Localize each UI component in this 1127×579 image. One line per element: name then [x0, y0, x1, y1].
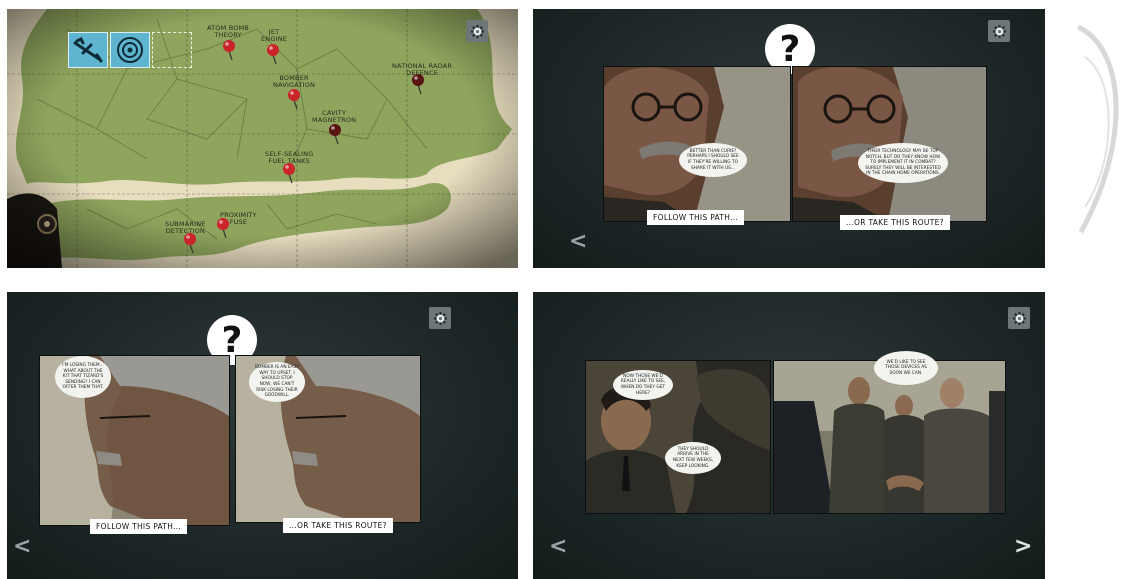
map-pin-icon[interactable] [265, 43, 281, 65]
map-screen: ATOM BOMB THEORY JET ENGINE BOMBER NAVIGAT… [7, 9, 518, 268]
thought-bubble-left: I'M LOSING THEM... WHAT ABOUT THE KIT TH… [55, 356, 111, 398]
handshake-scene [774, 361, 1005, 513]
prev-arrow-button[interactable]: < [569, 231, 587, 253]
speech-bubble-top: NOW THOSE WE'D REALLY LIKE TO SEE, WHEN … [613, 370, 673, 400]
next-arrow-button[interactable]: > [1014, 536, 1032, 558]
map-pin-icon[interactable] [215, 217, 231, 239]
gear-icon [470, 24, 484, 38]
story-screen: NOW THOSE WE'D REALLY LIKE TO SEE, WHEN … [533, 292, 1045, 579]
choice-path-right-button[interactable]: ...OR TAKE THIS ROUTE? [840, 215, 950, 230]
map-pin-icon[interactable] [410, 73, 426, 95]
pin-label: JET ENGINE [261, 28, 288, 44]
prev-arrow-button[interactable]: < [549, 536, 567, 558]
gear-icon [433, 311, 447, 325]
question-mark: ? [779, 28, 801, 70]
comic-frame-right[interactable] [773, 360, 1006, 514]
settings-button[interactable] [429, 307, 451, 329]
inventory-slot-airplane[interactable] [68, 32, 108, 68]
thought-bubble-right: BOMBER IS AN EASY WAY TO UPSET. I SHOULD… [249, 362, 305, 402]
settings-button[interactable] [1008, 307, 1030, 329]
watermark-seal [1076, 24, 1119, 234]
airplane-icon [73, 36, 103, 63]
inventory-slot-radar[interactable] [110, 32, 150, 68]
gear-icon [992, 24, 1006, 38]
map-pin-icon[interactable] [281, 162, 297, 184]
choice-screen-1: ? BETTER THAN CURIE? PERHAPS I SHOULD SE… [533, 9, 1045, 268]
settings-button[interactable] [466, 20, 488, 42]
choice-path-right-button[interactable]: ...OR TAKE THIS ROUTE? [283, 518, 393, 533]
thought-bubble-left: BETTER THAN CURIE? PERHAPS I SHOULD SEE … [679, 143, 747, 177]
map-pin-icon[interactable] [221, 39, 237, 61]
inventory-slot-empty[interactable] [152, 32, 192, 68]
speech-bubble-bottom: THEY SHOULD ARRIVE IN THE NEXT FEW WEEKS… [665, 442, 721, 474]
pin-label: ATOM BOMB THEORY [207, 24, 250, 40]
prev-arrow-button[interactable]: < [13, 536, 31, 558]
gear-icon [1012, 311, 1026, 325]
thought-bubble-right: THEIR TECHNOLOGY MAY BE TOP NOTCH, BUT D… [858, 143, 948, 183]
map-pin-icon[interactable] [286, 88, 302, 110]
settings-button[interactable] [988, 20, 1010, 42]
speech-bubble-right: WE'D LIKE TO SEE THOSE DEVICES AS SOON W… [874, 351, 938, 385]
choice-screen-2: ? I'M LOSING THEM... WHAT ABOUT THE KIT … [7, 292, 518, 579]
map-pin-icon[interactable] [327, 123, 343, 145]
map-pin-icon[interactable] [182, 232, 198, 254]
radar-icon [117, 37, 143, 63]
choice-path-left-button[interactable]: FOLLOW THIS PATH... [90, 519, 188, 534]
choice-path-left-button[interactable]: FOLLOW THIS PATH... [647, 210, 745, 225]
